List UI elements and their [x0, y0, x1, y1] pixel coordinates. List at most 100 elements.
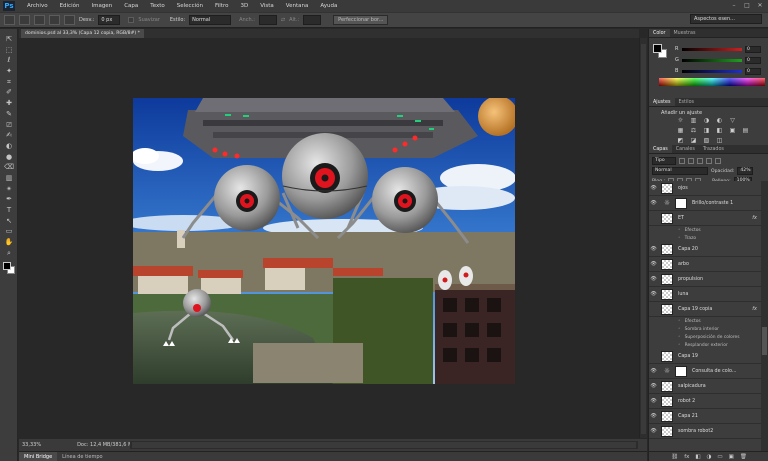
layer-thumbnail[interactable] [661, 182, 673, 194]
new-layer-icon[interactable]: ▣ [729, 454, 734, 460]
blend-mode-select[interactable]: Normal [652, 167, 708, 175]
zoom-level[interactable]: 33,33% [22, 442, 41, 448]
layer-fx-icon[interactable]: fx [752, 306, 757, 312]
adjustment-layer-icon[interactable]: ☼ [662, 366, 672, 376]
red-slider[interactable] [682, 47, 742, 51]
tab-layers[interactable]: Capas [649, 145, 672, 153]
healing-tool-icon[interactable]: ✚ [3, 99, 15, 108]
add-mask-icon[interactable]: ◧ [695, 454, 700, 460]
canvas-area[interactable] [19, 38, 639, 438]
menu-edicion[interactable]: Edición [54, 3, 86, 9]
layer-visibility-eye-icon[interactable]: 👁 [649, 200, 658, 206]
layer-visibility-eye-icon[interactable]: 👁 [649, 276, 658, 282]
menu-imagen[interactable]: Imagen [85, 3, 118, 9]
layer-visibility-eye-icon[interactable]: 👁 [649, 428, 658, 434]
vertical-scroll-thumb[interactable] [641, 44, 646, 434]
layer-name[interactable]: Brillo/contraste 1 [692, 201, 733, 206]
red-value[interactable]: 0 [745, 45, 761, 53]
layer-row[interactable]: 👁 ☼ Consulta de colo... [649, 364, 761, 379]
link-layers-icon[interactable]: ⛓ [671, 454, 678, 460]
layer-mask-thumbnail[interactable] [675, 197, 687, 209]
levels-icon[interactable]: ▥ [690, 118, 697, 124]
effect-eye-icon[interactable]: ◦ [678, 343, 681, 348]
filter-smart-icon[interactable] [715, 158, 721, 164]
layer-row[interactable]: 👁 ET fx [649, 211, 761, 226]
layer-row[interactable]: 👁 robot 2 [649, 394, 761, 409]
pen-tool-icon[interactable]: ✒ [3, 195, 15, 204]
channel-mixer-icon[interactable]: ▣ [729, 128, 736, 134]
layer-thumbnail[interactable] [661, 243, 673, 255]
filter-type-icon[interactable] [697, 158, 703, 164]
tab-styles[interactable]: Estilos [675, 98, 699, 106]
layer-row[interactable]: 👁 Capa 19 [649, 349, 761, 364]
style-select[interactable]: Normal [189, 15, 232, 25]
layer-thumbnail[interactable] [661, 380, 673, 392]
marquee-tool-icon[interactable]: ⬚ [3, 46, 15, 55]
dodge-tool-icon[interactable]: ▥ [3, 174, 15, 183]
layer-thumbnail[interactable] [661, 410, 673, 422]
sponge-tool-icon[interactable]: ✴ [3, 185, 15, 194]
gradient-tool-icon[interactable]: ● [3, 153, 15, 162]
blue-slider[interactable] [682, 69, 742, 73]
eyedropper-tool-icon[interactable]: ✐ [3, 88, 15, 97]
layer-effect-item[interactable]: ◦ Superposición de colores [649, 333, 761, 341]
blue-value[interactable]: 0 [745, 67, 761, 75]
color-swatches[interactable] [3, 261, 15, 274]
layers-scroll-thumb[interactable] [762, 327, 767, 355]
effect-eye-icon[interactable]: ◦ [678, 319, 681, 324]
black-white-icon[interactable]: ◨ [703, 128, 710, 134]
gradient-map-icon[interactable]: ◫ [716, 138, 723, 144]
antialias-checkbox[interactable] [128, 17, 135, 23]
layers-scrollbar[interactable] [761, 181, 768, 451]
layer-visibility-eye-icon[interactable]: 👁 [649, 413, 658, 419]
type-tool-icon[interactable]: T [3, 206, 15, 215]
minimize-button[interactable]: – [729, 2, 739, 10]
move-tool-icon[interactable]: ⇱ [3, 35, 15, 44]
green-value[interactable]: 0 [745, 56, 761, 64]
path-selection-tool-icon[interactable]: ↖ [3, 217, 15, 226]
tab-channels[interactable]: Canales [672, 145, 699, 153]
horizontal-scroll-thumb[interactable] [132, 442, 636, 448]
tab-color[interactable]: Color [649, 29, 670, 37]
layer-effect-item[interactable]: ◦ Trazo [649, 234, 761, 242]
new-selection-icon[interactable] [19, 15, 30, 25]
color-spectrum[interactable] [659, 78, 765, 86]
curves-icon[interactable]: ◑ [703, 118, 710, 124]
shape-tool-icon[interactable]: ▭ [3, 227, 15, 236]
brush-tool-icon[interactable]: ✎ [3, 110, 15, 119]
threshold-icon[interactable]: ▧ [703, 138, 710, 144]
photo-filter-icon[interactable]: ◧ [716, 128, 723, 134]
layer-name[interactable]: salpicadura [678, 384, 706, 389]
width-input[interactable] [258, 15, 277, 25]
menu-filtro[interactable]: Filtro [209, 3, 234, 9]
layer-name[interactable]: robot 2 [678, 399, 695, 404]
layer-row[interactable]: 👁 arbo [649, 257, 761, 272]
horizontal-scrollbar[interactable] [130, 441, 638, 449]
panel-foreground-swatch[interactable] [653, 44, 662, 53]
refine-edge-button[interactable]: Perfeccionar bor... [333, 15, 389, 25]
blur-tool-icon[interactable]: ⌫ [3, 163, 15, 172]
menu-vista[interactable]: Vista [254, 3, 280, 9]
adjustment-layer-icon[interactable]: ☼ [662, 198, 672, 208]
tab-swatches[interactable]: Muestras [670, 29, 700, 37]
layer-thumbnail[interactable] [661, 303, 673, 315]
add-selection-icon[interactable] [34, 15, 45, 25]
swap-icon[interactable]: ⇄ [281, 17, 285, 23]
tab-mini-bridge[interactable]: Mini Bridge [19, 452, 58, 461]
menu-texto[interactable]: Texto [144, 3, 171, 9]
layer-name[interactable]: sombra robot2 [678, 429, 713, 434]
layer-row[interactable]: 👁 sombra robot2 [649, 424, 761, 439]
layer-row[interactable]: 👁 ojos [649, 181, 761, 196]
layer-thumbnail[interactable] [661, 395, 673, 407]
layer-row[interactable]: 👁 Capa 19 copia fx [649, 302, 761, 317]
layer-fx-icon[interactable]: fx [752, 215, 757, 221]
layer-filter-select[interactable]: Tipo [652, 157, 676, 165]
document-tab[interactable]: dominios.psd al 33,3% (Capa 12 copia, RG… [21, 29, 144, 38]
tab-timeline[interactable]: Línea de tiempo [57, 452, 107, 461]
stamp-tool-icon[interactable]: ⎚ [3, 121, 15, 130]
layer-row[interactable]: 👁 luna [649, 287, 761, 302]
new-adjustment-icon[interactable]: ◑ [707, 454, 712, 460]
foreground-color[interactable] [3, 261, 11, 270]
layer-thumbnail[interactable] [661, 425, 673, 437]
layer-name[interactable]: ojos [678, 186, 688, 191]
